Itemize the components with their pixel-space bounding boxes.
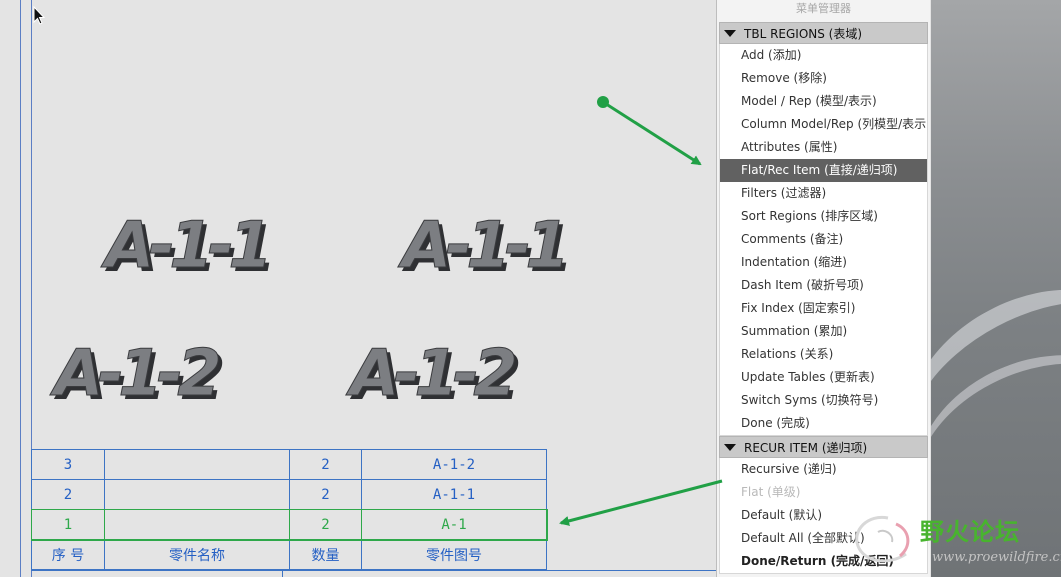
table-row[interactable]: 2 2 A-1-1 [31,479,547,510]
table-cell[interactable] [104,449,290,480]
menu-section-title: RECUR ITEM (递归项) [744,440,868,455]
menu-item[interactable]: Column Model/Rep (列模型/表示 [720,113,927,136]
menu-item[interactable]: Relations (关系) [720,343,927,366]
table-cell[interactable]: 2 [289,479,362,510]
menu-section-header-0[interactable]: TBL REGIONS (表域) [719,22,928,44]
model-label-a-1-1-left: A-1-1 A-1-1 [100,205,277,288]
svg-text:A-1-1: A-1-1 [397,209,564,283]
menu-item[interactable]: Add (添加) [720,44,927,67]
menu-item-list: Add (添加) Remove (移除) Model / Rep (模型/表示) Co… [719,44,928,436]
model-label-a-1-2-right: A-1-2 A-1-2 [345,333,528,416]
menu-item[interactable]: Model / Rep (模型/表示) [720,90,927,113]
desktop-background [931,0,1061,577]
menu-item[interactable]: Switch Syms (切换符号) [720,389,927,412]
table-cell[interactable]: A-1-1 [361,479,547,510]
table-cell[interactable]: 3 [31,449,105,480]
menu-item[interactable]: Sort Regions (排序区域) [720,205,927,228]
title-block-edge [31,570,716,577]
menu-section-title: TBL REGIONS (表域) [744,26,863,41]
menu-item[interactable]: Flat/Rec Item (直接/递归项) [720,159,927,182]
menu-item[interactable]: Done (完成) [720,412,927,435]
table-cell[interactable] [104,509,290,540]
svg-text:A-1-1: A-1-1 [100,209,267,283]
table-cell[interactable]: 2 [289,509,362,540]
table-cell[interactable] [104,479,290,510]
table-cell[interactable]: 零件名称 [104,539,290,570]
menu-item[interactable]: Update Tables (更新表) [720,366,927,389]
collapse-triangle-icon[interactable] [724,443,736,451]
table-cell[interactable]: 数量 [289,539,362,570]
mouse-pointer-icon [33,6,45,25]
collapse-triangle-icon[interactable] [724,29,736,37]
watermark-url: www.proewildfire.cn [932,550,1061,565]
table-row[interactable]: 3 2 A-1-2 [31,449,547,480]
watermark-logo-icon [855,515,910,563]
menu-manager: 菜单管理器 TBL REGIONS (表域) Add (添加) Remove (移除… [716,0,930,577]
table-cell[interactable]: 1 [31,509,105,540]
menu-item[interactable]: Filters (过滤器) [720,182,927,205]
table-row[interactable]: 1 2 A-1 [30,508,548,541]
menu-item[interactable]: Comments (备注) [720,228,927,251]
menu-item[interactable]: Summation (累加) [720,320,927,343]
menu-item[interactable]: Attributes (属性) [720,136,927,159]
menu-item: Flat (单级) [741,485,801,499]
model-label-a-1-1-right: A-1-1 A-1-1 [397,205,574,288]
menu-item[interactable]: Remove (移除) [720,67,927,90]
table-header-row[interactable]: 序 号零件名称 数量 零件图号 [31,539,547,570]
svg-text:A-1-2: A-1-2 [345,337,514,411]
menu-item[interactable]: Fix Index (固定索引) [720,297,927,320]
table-cell[interactable]: 2 [289,449,362,480]
forum-watermark: 野火论坛 www.proewildfire.cn [848,510,1061,577]
model-label-a-1-2-left: A-1-2 A-1-2 [49,333,232,416]
drawing-canvas[interactable]: A-1-1 A-1-1 A-1-1 A-1-1 A-1-2 A-1-2 A-1-… [0,0,716,577]
table-cell[interactable]: 零件图号 [361,539,547,570]
svg-text:A-1-2: A-1-2 [49,337,218,411]
menu-section-header-1[interactable]: RECUR ITEM (递归项) [719,436,928,458]
menu-item[interactable]: Dash Item (破折号项) [720,274,927,297]
drawing-border-left [20,0,21,577]
menu-manager-title: 菜单管理器 [796,2,851,15]
menu-item[interactable]: Recursive (递归) [720,458,927,481]
table-cell[interactable]: A-1-2 [361,449,547,480]
watermark-title: 野火论坛 [920,518,1020,546]
table-cell[interactable]: 2 [31,479,105,510]
bom-table[interactable]: 3 2 A-1-2 2 2 A-1-1 1 2 A-1 序 号零件名称 数量 零件图号 [30,449,548,570]
table-cell[interactable]: A-1 [361,509,547,540]
menu-item[interactable]: Indentation (缩进) [720,251,927,274]
table-cell[interactable]: 序 号 [31,539,105,570]
